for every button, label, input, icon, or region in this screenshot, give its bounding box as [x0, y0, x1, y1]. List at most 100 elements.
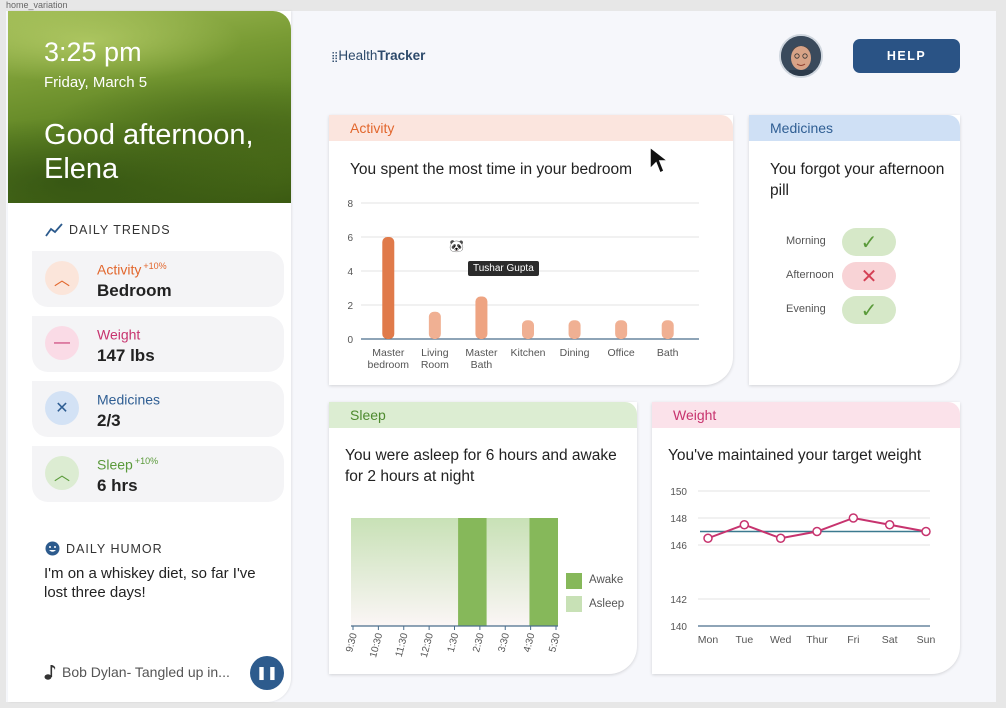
trend-name: Medicines [97, 391, 162, 408]
activity-bar[interactable] [475, 296, 488, 340]
asleep-interval[interactable] [486, 518, 530, 626]
trend-value: 2/3 [97, 411, 121, 430]
daily-trends-title: DAILY TRENDS [69, 223, 171, 237]
dose-label: Evening [786, 303, 826, 315]
weight-point[interactable] [775, 533, 786, 543]
x-tick-label: 5:30 [547, 632, 563, 654]
x-tick-label: 4:30 [522, 632, 538, 654]
sleep-chart: 9:30 10:30 11:30 12:30 1:30 2:30 3:30 4:30 5:30 [344, 518, 563, 659]
trend-value: 147 lbs [97, 346, 155, 365]
daily-humor-heading: DAILY HUMOR [45, 541, 163, 556]
y-tick-label: 0 [347, 335, 353, 346]
music-player: Bob Dylan- Tangled up in... [44, 664, 230, 680]
user-avatar[interactable] [779, 34, 823, 78]
clock-date: Friday, March 5 [44, 74, 148, 91]
trend-name-label: Sleep [97, 456, 133, 473]
smiley-icon [45, 541, 60, 556]
trend-card-sleep[interactable]: ︿ Sleep +10% 6 hrs [32, 446, 284, 502]
x-tick-label: 3:30 [496, 632, 512, 654]
x-tick-label: Dining [560, 347, 590, 359]
y-tick-label: 150 [670, 487, 687, 498]
dose-label: Morning [786, 235, 826, 247]
y-tick-label: 8 [347, 199, 353, 210]
logo-text-suffix: Tracker [377, 48, 426, 63]
medicines-tab[interactable]: Medicines [749, 115, 960, 141]
window-label: home_variation [6, 0, 68, 10]
minus-icon: — [45, 326, 79, 360]
tooltip: Tushar Gupta [468, 261, 539, 276]
x-tick-label: Living [421, 347, 449, 359]
x-tick-label: Bath [657, 347, 679, 359]
trend-delta: +10% [134, 456, 159, 466]
awake-interval[interactable] [458, 518, 487, 626]
legend-awake-swatch [566, 573, 582, 589]
x-tick-label: Tue [735, 634, 753, 646]
x-tick-label: Office [608, 347, 635, 359]
dose-taken-check-icon[interactable]: ✓ [842, 296, 896, 324]
sleep-card[interactable]: Sleep You were asleep for 6 hours and aw… [329, 402, 637, 674]
weight-card[interactable]: Weight You've maintained your target wei… [652, 402, 960, 674]
clock-time: 3:25 pm [44, 37, 142, 67]
weight-line-chart: 140 142 146 148 150 Mon Tue Wed Thur Fri Sat Sun [670, 487, 935, 646]
x-tick-label: Room [421, 359, 449, 371]
x-tick-label: Mon [698, 634, 719, 646]
trend-name: Sleep +10% [97, 456, 158, 473]
legend-asleep-label: Asleep [589, 598, 625, 610]
trend-card-activity[interactable]: ︿ Activity +10% Bedroom [32, 251, 284, 307]
chevron-up-icon: ︿ [45, 261, 79, 295]
medicines-headline: You forgot your afternoon pill [770, 161, 945, 199]
trend-card-medicines[interactable]: ✕ Medicines 2/3 [32, 381, 284, 437]
y-tick-label: 140 [670, 622, 687, 633]
dose-missed-x-icon[interactable]: ✕ [842, 262, 896, 290]
x-icon: ✕ [45, 391, 79, 425]
weight-point[interactable] [703, 533, 713, 543]
avatar-face-icon [781, 36, 821, 76]
help-button[interactable]: HELP [853, 39, 960, 73]
music-note-icon [44, 665, 56, 680]
weight-point[interactable] [884, 520, 895, 530]
x-tick-label: Fri [847, 634, 859, 646]
trend-value: 6 hrs [97, 476, 138, 495]
awake-interval[interactable] [529, 518, 558, 626]
weight-point[interactable] [848, 513, 859, 523]
y-tick-label: 4 [347, 267, 353, 278]
app-logo[interactable]: ⣿HealthTracker [331, 48, 425, 63]
x-tick-label: 12:30 [419, 632, 436, 659]
y-tick-label: 146 [670, 541, 687, 552]
activity-bar[interactable] [382, 237, 395, 339]
weight-point[interactable] [739, 520, 750, 530]
x-tick-label: Sat [882, 634, 898, 646]
activity-bar[interactable] [661, 320, 674, 339]
activity-bar[interactable] [615, 320, 628, 339]
track-title: Bob Dylan- Tangled up in... [62, 664, 230, 680]
greeting: Good afternoon, Elena [44, 119, 254, 185]
dose-taken-check-icon[interactable]: ✓ [842, 228, 896, 256]
x-tick-label: bedroom [368, 359, 410, 371]
legend-awake-label: Awake [589, 574, 624, 586]
x-tick-label: Kitchen [510, 347, 545, 359]
sidebar: 3:25 pm Friday, March 5 Good afternoon, … [8, 11, 291, 702]
x-tick-label: 10:30 [368, 632, 385, 659]
trend-name-label: Medicines [97, 391, 161, 408]
x-tick-label: Thur [806, 634, 828, 646]
x-tick-label: Bath [471, 359, 493, 371]
medicines-card[interactable]: Medicines You forgot your afternoon pill… [749, 115, 960, 385]
y-tick-label: 148 [670, 514, 687, 525]
weight-point[interactable] [921, 526, 931, 537]
x-tick-label: 11:30 [394, 632, 411, 659]
pause-button[interactable]: ❚❚ [250, 656, 284, 690]
trend-name: Activity +10% [97, 261, 167, 278]
asleep-interval[interactable] [351, 518, 459, 626]
weight-point[interactable] [812, 526, 822, 537]
x-tick-label: Master [372, 347, 405, 359]
trend-card-weight[interactable]: — Weight 147 lbs [32, 316, 284, 372]
trend-value: Bedroom [97, 281, 172, 300]
activity-bar[interactable] [522, 320, 534, 339]
activity-bar[interactable] [428, 311, 441, 339]
daily-trends-heading: DAILY TRENDS [45, 223, 171, 237]
trend-line-icon [45, 223, 63, 237]
chevron-up-icon: ︿ [45, 456, 79, 490]
panda-icon: 🐼 [449, 239, 464, 253]
activity-bar[interactable] [568, 320, 581, 339]
pause-icon: ❚❚ [256, 665, 278, 680]
